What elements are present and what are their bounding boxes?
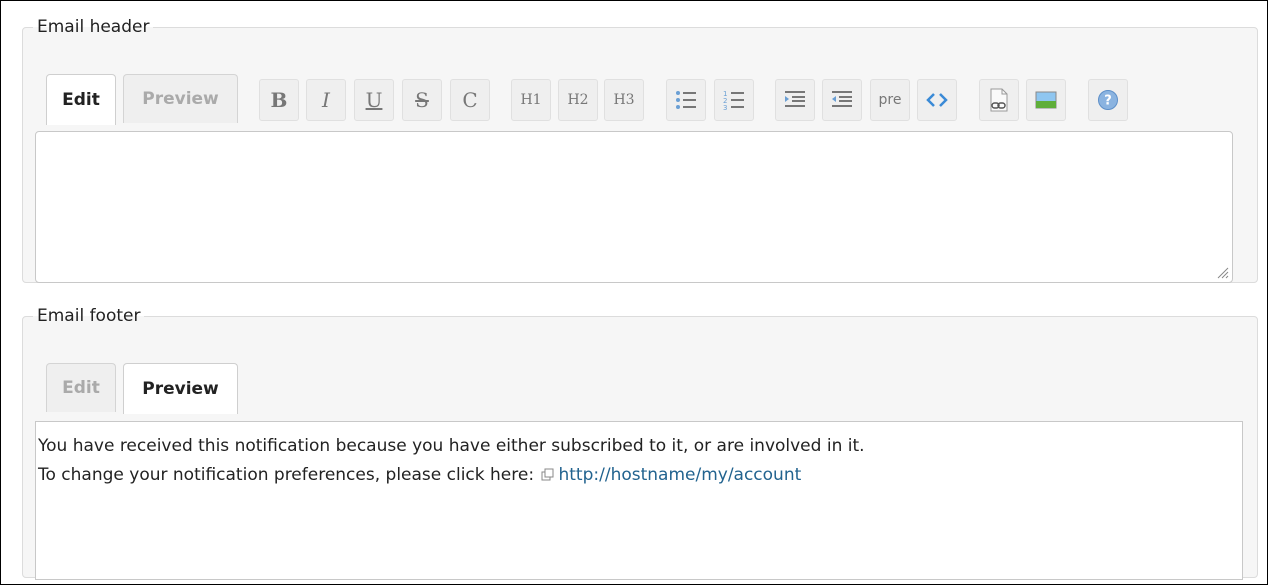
heading-2-button[interactable]: H2 xyxy=(558,79,598,121)
email-footer-fieldset: Email footer Edit Preview You have recei… xyxy=(22,306,1258,580)
heading-3-button[interactable]: H3 xyxy=(604,79,644,121)
tab-edit[interactable]: Edit xyxy=(46,363,116,412)
page-link-icon xyxy=(990,88,1008,112)
bold-button[interactable]: B xyxy=(259,79,299,121)
email-footer-legend: Email footer xyxy=(37,306,141,326)
tab-edit-label: Edit xyxy=(62,90,100,110)
page-frame: Email header Edit Preview B I U S C H1 H… xyxy=(0,0,1268,585)
account-link[interactable]: http://hostname/my/account xyxy=(558,465,801,485)
preformatted-button[interactable]: pre xyxy=(870,79,910,121)
external-link-icon xyxy=(541,468,554,480)
indent-icon xyxy=(785,91,805,107)
tab-preview-label: Preview xyxy=(142,379,219,399)
footer-editor-toolbar: Edit Preview xyxy=(46,363,1246,414)
header-editor-toolbar: Edit Preview B I U S C H1 H2 H3 1 2 3 pr… xyxy=(46,74,1246,125)
tab-edit[interactable]: Edit xyxy=(46,74,116,125)
resize-grip-icon[interactable] xyxy=(1215,265,1229,279)
help-icon: ? xyxy=(1098,90,1118,110)
email-header-legend: Email header xyxy=(37,17,150,37)
email-header-fieldset: Email header Edit Preview B I U S C H1 H… xyxy=(22,17,1258,283)
code-brackets-icon xyxy=(926,93,948,107)
email-header-textarea[interactable] xyxy=(35,131,1233,283)
inline-code-button[interactable]: C xyxy=(450,79,490,121)
numbered-list-icon: 1 2 3 xyxy=(723,90,744,111)
unordered-list-button[interactable] xyxy=(666,79,706,121)
underline-button[interactable]: U xyxy=(354,79,394,121)
image-button[interactable] xyxy=(1026,79,1066,121)
tab-preview[interactable]: Preview xyxy=(123,363,238,414)
heading-1-button[interactable]: H1 xyxy=(511,79,551,121)
svg-text:3: 3 xyxy=(723,104,727,111)
tab-preview-label: Preview xyxy=(142,89,219,109)
tab-preview[interactable]: Preview xyxy=(123,74,238,123)
email-footer-preview: You have received this notification beca… xyxy=(35,421,1243,580)
outdent-button[interactable] xyxy=(822,79,862,121)
bullet-list-icon xyxy=(676,91,696,109)
outdent-icon xyxy=(832,91,852,107)
strikethrough-button[interactable]: S xyxy=(402,79,442,121)
ordered-list-button[interactable]: 1 2 3 xyxy=(714,79,754,121)
preview-line-1: You have received this notification beca… xyxy=(38,436,865,456)
preview-line-2-text: To change your notification preferences,… xyxy=(38,465,535,485)
italic-button[interactable]: I xyxy=(306,79,346,121)
link-button[interactable] xyxy=(979,79,1019,121)
svg-text:?: ? xyxy=(1104,94,1112,109)
image-icon xyxy=(1035,91,1057,109)
indent-button[interactable] xyxy=(775,79,815,121)
preview-line-2: To change your notification preferences,… xyxy=(38,461,1240,490)
code-highlight-button[interactable] xyxy=(917,79,957,121)
tab-edit-label: Edit xyxy=(62,378,100,398)
help-button[interactable]: ? xyxy=(1088,79,1128,121)
